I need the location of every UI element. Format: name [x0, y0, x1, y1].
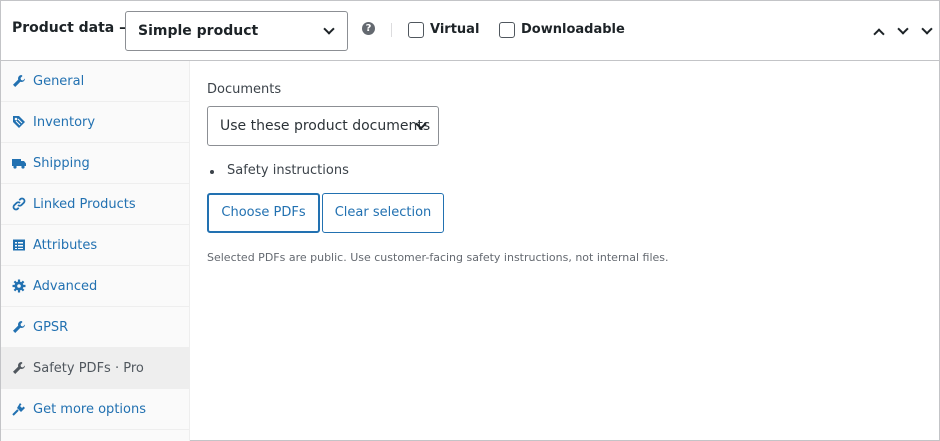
move-down-button[interactable] — [894, 23, 912, 41]
documents-select[interactable]: Use these product documents — [207, 106, 439, 146]
chevron-down-icon — [323, 23, 335, 35]
chevron-up-icon — [873, 28, 885, 40]
tab-attributes[interactable]: Attributes — [1, 225, 189, 266]
wrench-icon — [13, 75, 25, 87]
product-type-value: Simple product — [138, 23, 259, 39]
move-up-button[interactable] — [870, 23, 888, 41]
downloadable-label[interactable]: Downloadable — [521, 22, 625, 37]
tab-label: Get more options — [33, 402, 146, 417]
tab-label: Linked Products — [33, 197, 136, 212]
documents-select-value: Use these product documents — [220, 118, 431, 134]
tab-label: Attributes — [33, 238, 98, 253]
tab-linked-products[interactable]: Linked Products — [1, 184, 189, 225]
panel-title: Product data — — [12, 20, 134, 36]
tab-label: General — [33, 74, 85, 89]
choose-pdfs-button[interactable]: Choose PDFs — [207, 193, 320, 233]
help-text: Selected PDFs are public. Use customer-f… — [207, 251, 669, 264]
list-bullet — [210, 170, 214, 174]
tab-label: Inventory — [33, 115, 96, 130]
downloadable-checkbox[interactable] — [499, 22, 515, 38]
product-data-panel: Product data — Simple product ? Virtual … — [0, 0, 940, 441]
product-type-select[interactable]: Simple product — [125, 11, 348, 51]
list-icon — [13, 239, 25, 251]
virtual-checkbox[interactable] — [408, 22, 424, 38]
clear-selection-button[interactable]: Clear selection — [322, 193, 444, 233]
toggle-panel-button[interactable] — [918, 23, 936, 41]
wrench-icon — [13, 362, 25, 374]
tab-label: GPSR — [33, 320, 69, 335]
tab-label: Safety PDFs · Pro — [33, 361, 144, 376]
wrench-icon — [13, 321, 25, 333]
safety-pdfs-panel: Documents Use these product documents Sa… — [190, 61, 939, 441]
panel-header: Product data — Simple product ? Virtual … — [1, 1, 939, 61]
tab-label: Advanced — [33, 279, 98, 294]
tab-gpsr[interactable]: GPSR — [1, 307, 189, 348]
tab-shipping[interactable]: Shipping — [1, 143, 189, 184]
help-icon[interactable]: ? — [362, 22, 375, 35]
gear-icon — [12, 279, 26, 293]
tab-inventory[interactable]: Inventory — [1, 102, 189, 143]
chevron-down-icon — [921, 23, 933, 35]
link-icon — [12, 197, 26, 211]
documents-label: Documents — [207, 82, 282, 97]
product-data-tabs: General Inventory Shipping Linked Produc… — [1, 61, 190, 441]
tab-general[interactable]: General — [1, 61, 189, 102]
tab-advanced[interactable]: Advanced — [1, 266, 189, 307]
header-divider — [391, 23, 392, 37]
tab-safety-pdfs[interactable]: Safety PDFs · Pro — [1, 348, 189, 389]
plug-icon — [12, 403, 25, 416]
selected-document-item: Safety instructions — [227, 163, 349, 178]
tab-get-more-options[interactable]: Get more options — [1, 389, 189, 430]
virtual-label[interactable]: Virtual — [430, 22, 479, 37]
tag-icon — [13, 116, 25, 128]
truck-icon — [12, 159, 26, 169]
tab-label: Shipping — [33, 156, 90, 171]
chevron-down-icon — [897, 23, 909, 35]
